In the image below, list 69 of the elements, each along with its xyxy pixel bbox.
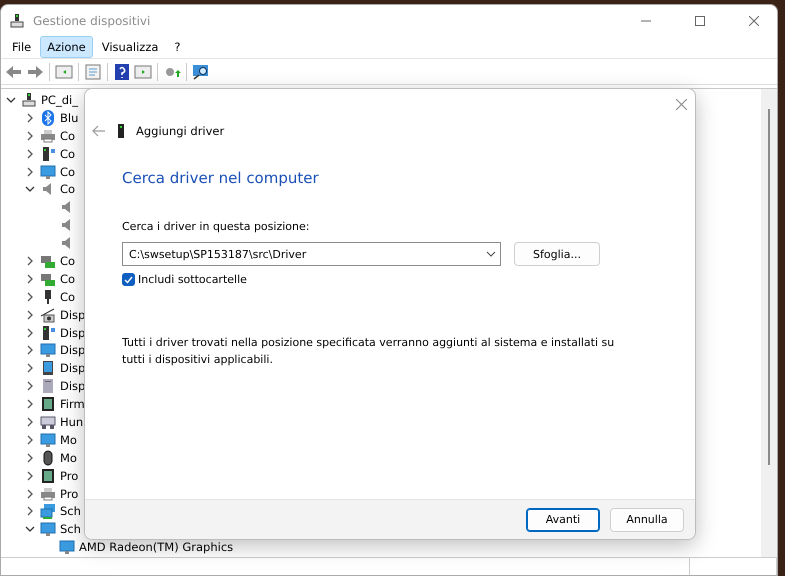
monitor-icon [40,342,56,358]
computer-icon [21,92,37,108]
tree-item-label[interactable]: PC_di_ [41,92,78,107]
monitor-icon [40,432,56,448]
drive-icon [40,378,56,394]
close-icon [749,16,759,26]
chip-icon [40,396,56,412]
network-icon [40,503,56,520]
tree-item-label[interactable]: Pro [60,486,78,501]
cancel-button[interactable]: Annulla [610,508,684,532]
close-icon[interactable] [676,98,687,110]
camera-icon [40,306,56,323]
menu-item[interactable]: Visualizza [94,36,166,58]
window-title: Gestione dispositivi [33,14,152,28]
scrollbar[interactable] [768,109,770,465]
help-icon[interactable] [113,62,131,80]
menu-item[interactable]: ? [167,36,188,58]
window-icon[interactable] [134,62,152,80]
computer-icon [9,12,25,28]
tree-item-label[interactable]: Co [60,254,76,268]
tree-item-label[interactable]: Co [60,128,76,143]
tree-item-label[interactable]: Mo [60,450,77,465]
checkbox[interactable] [122,273,135,286]
path-combo-box[interactable]: C:\swsetup\SP153187\src\Driver [122,242,501,266]
tower-icon [40,324,56,341]
description-text: Tutti i driver trovati nella posizione specificata verranno aggiunti al sistema e installati su tutti i dispositivi applicabili. [122,335,616,368]
browse-button[interactable]: Sfoglia... [514,242,600,266]
device-icon [116,123,126,139]
menu-item[interactable]: File [5,36,38,58]
menu-item[interactable]: Azione [40,36,93,58]
tree-item-label[interactable]: Blu [60,110,78,125]
tree-item-label[interactable]: Co [60,164,76,178]
bluetooth-icon [40,110,56,126]
checkbox-label[interactable]: Includi sottocartelle [138,273,247,286]
tree-item-label[interactable]: AMD Radeon(TM) Graphics [79,540,234,554]
maximize-icon [695,16,705,26]
tree-item-label[interactable]: Co [60,290,76,304]
printer-icon [40,486,56,502]
tree-item-label[interactable]: Disp [60,326,86,340]
tree-item-label[interactable]: Firm [60,397,85,412]
monitor-icon [40,521,56,538]
tree-item-label[interactable]: Disp [60,379,86,394]
tree-item-label[interactable]: Disp [60,308,86,322]
monitor-icon [40,164,56,180]
panel-icon[interactable] [55,62,73,80]
printer-icon [40,128,56,144]
tree-item-label[interactable]: Disp [60,343,86,358]
tree-item-label[interactable]: Pro [60,468,78,483]
tree-item-label[interactable]: Co [60,146,76,161]
tablet-icon [40,360,56,376]
tree-item-label[interactable]: Sch [60,504,81,518]
tower-icon [40,146,56,162]
tree-item-label[interactable]: Co [60,272,76,286]
monitor-icon [59,539,75,556]
tree-item-label[interactable]: Co [60,182,76,196]
properties-icon[interactable] [84,62,102,80]
back-arrow-icon[interactable] [92,125,106,137]
tree-item-label[interactable]: Sch [60,522,81,536]
dialog-title: Aggiungi driver [136,124,224,138]
dialog-heading: Cerca driver nel computer [122,169,320,187]
field-label: Cerca i driver in questa posizione: [122,220,310,233]
chip-icon [40,468,56,484]
tree-item-label[interactable]: Mo [60,432,77,447]
tree-item-label[interactable]: Disp [60,361,86,376]
monitor-search-icon[interactable] [192,62,210,80]
dropdown-icon [486,251,496,257]
next-button[interactable]: Avanti [526,508,600,532]
tree-item-label[interactable]: Hun [60,414,84,429]
keyboard-icon [40,414,56,430]
